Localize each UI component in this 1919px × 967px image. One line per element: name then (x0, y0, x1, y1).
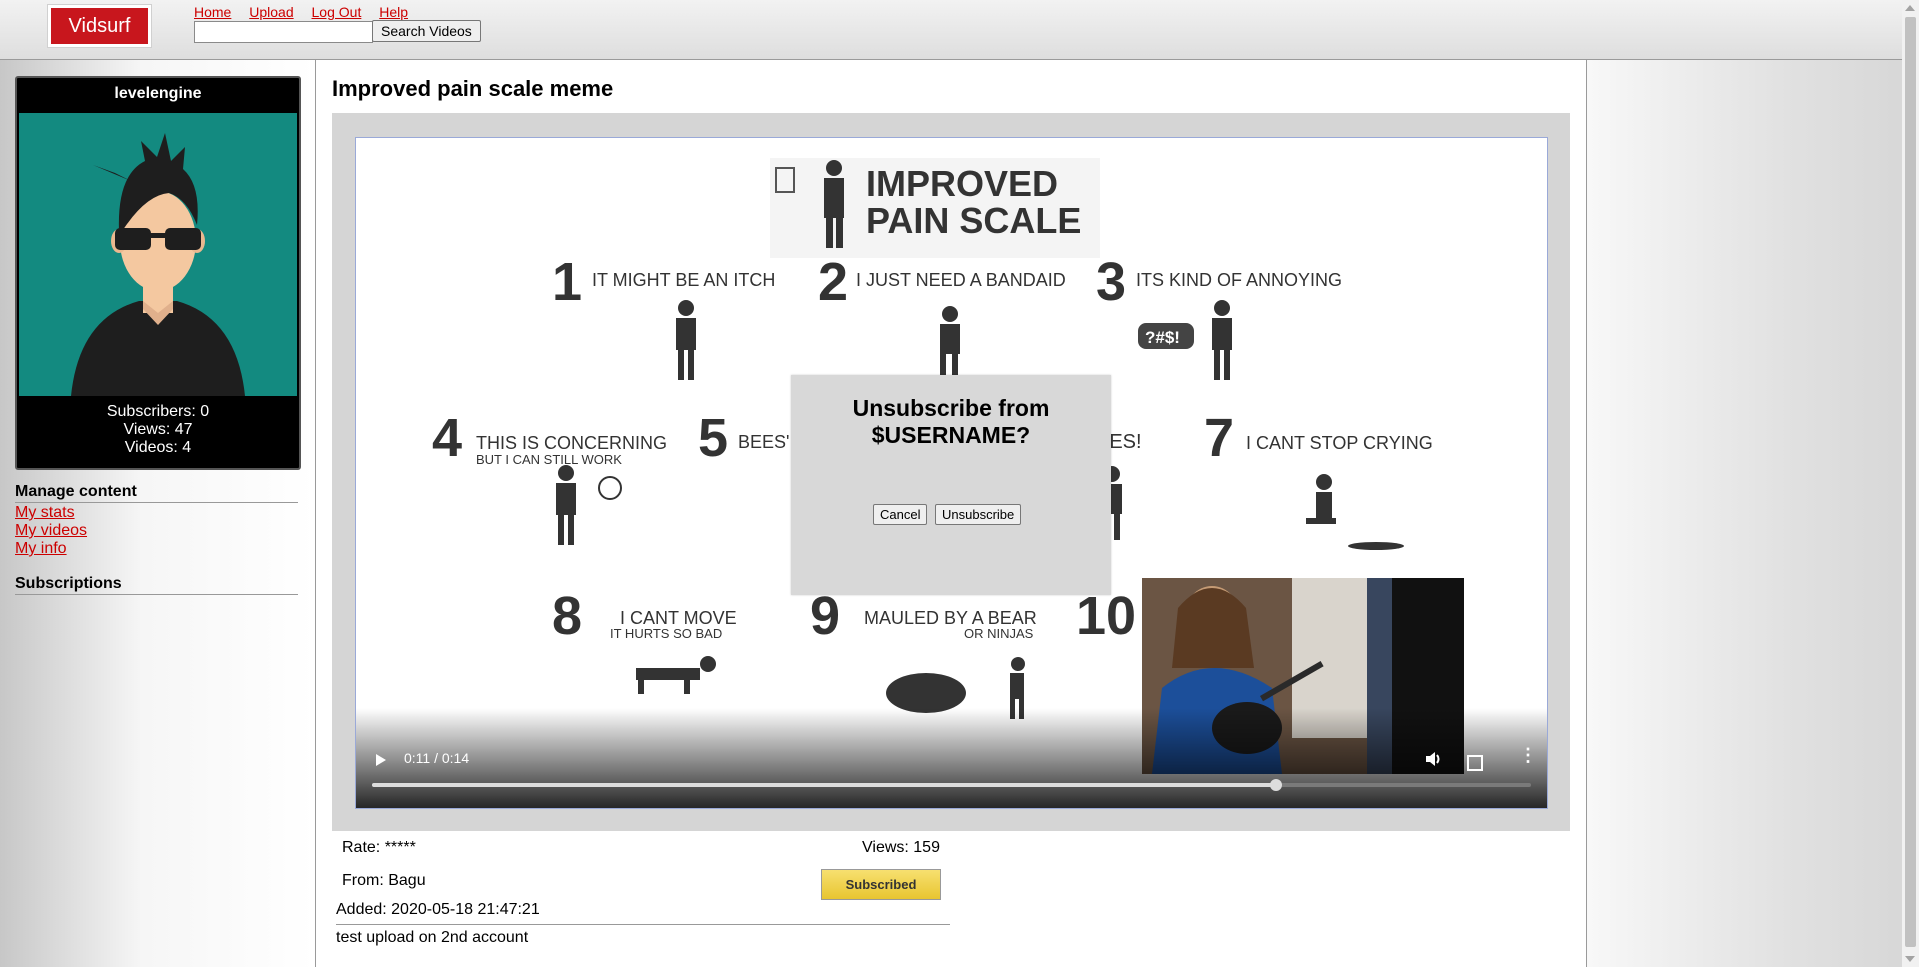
meme-text-2: I JUST NEED A BANDAID (856, 270, 1066, 290)
meme-num-8: 8 (552, 586, 582, 646)
videos-count: Videos: 4 (124, 439, 192, 456)
scroll-up-icon[interactable] (1905, 5, 1915, 11)
manage-links: My stats My videos My info (15, 504, 87, 558)
meme-num-1: 1 (552, 252, 582, 312)
meme-text-9: MAULED BY A BEAR (864, 608, 1037, 628)
manage-content-heading: Manage content (15, 483, 298, 503)
volume-icon[interactable] (1424, 750, 1444, 773)
meme-num-5: 5 (698, 408, 728, 468)
subscribed-button[interactable]: Subscribed (821, 869, 941, 900)
video-progress-handle[interactable] (1270, 779, 1283, 791)
meme-heading-1: IMPROVED (866, 163, 1058, 204)
header: Vidsurf Home Upload Log Out Help Search … (0, 0, 1919, 60)
meme-sub-8: IT HURTS SO BAD (610, 626, 722, 641)
meme-num-3: 3 (1096, 252, 1126, 312)
top-nav: Home Upload Log Out Help (194, 4, 422, 20)
rating: Rate: ***** (342, 839, 416, 856)
dialog-line-1: Unsubscribe from (852, 395, 1050, 421)
meme-sub-9: OR NINJAS (964, 626, 1034, 641)
subscriptions-heading: Subscriptions (15, 575, 298, 595)
profile-username: levelengine (114, 85, 202, 102)
video-views: Views: 159 (862, 839, 940, 856)
meme-text-3: ITS KIND OF ANNOYING (1136, 270, 1342, 290)
right-background (1586, 60, 1919, 967)
meme-heading-2: PAIN SCALE (866, 200, 1081, 241)
unsubscribe-dialog: Unsubscribe from $USERNAME? Cancel Unsub… (791, 375, 1111, 595)
meme-text-4: THIS IS CONCERNING (476, 433, 667, 453)
unsubscribe-button[interactable]: Unsubscribe (935, 504, 1022, 525)
upload-date: Added: 2020-05-18 21:47:21 (336, 901, 950, 925)
fullscreen-icon[interactable] (1467, 755, 1483, 771)
meme-num-7: 7 (1204, 408, 1234, 468)
meme-text-1: IT MIGHT BE AN ITCH (592, 270, 775, 290)
views-count: Views: 47 (123, 421, 193, 438)
avatar-illustration (71, 133, 245, 396)
uploader: From: Bagu (342, 872, 426, 889)
video-progress-fill (372, 783, 1277, 787)
nav-upload-link[interactable]: Upload (249, 4, 293, 20)
nav-help-link[interactable]: Help (379, 4, 408, 20)
meme-text-8: I CANT MOVE (620, 608, 737, 628)
avatar (19, 113, 297, 396)
page-scrollbar[interactable] (1902, 0, 1919, 967)
video-title: Improved pain scale meme (332, 76, 614, 101)
meme-text-5: BEES' (738, 432, 789, 452)
meme-symbols: ?#$! (1145, 328, 1180, 347)
my-info-link[interactable]: My info (15, 540, 87, 558)
video-description: test upload on 2nd account (336, 929, 529, 946)
logo[interactable]: Vidsurf (48, 5, 151, 47)
my-videos-link[interactable]: My videos (15, 522, 87, 540)
unsubscribe-dialog-message: Unsubscribe from $USERNAME? (791, 395, 1111, 449)
meme-sub-4: BUT I CAN STILL WORK (476, 452, 622, 467)
search-input[interactable] (194, 21, 373, 43)
meme-num-10: 10 (1076, 586, 1136, 646)
video-controls-bar (356, 708, 1547, 808)
nav-logout-link[interactable]: Log Out (312, 4, 362, 20)
subscribers-count: Subscribers: 0 (106, 403, 210, 420)
play-icon[interactable] (376, 754, 386, 766)
meme-num-9: 9 (810, 586, 840, 646)
profile-stats: Subscribers: 0 Views: 47 Videos: 4 (17, 403, 299, 457)
cancel-button[interactable]: Cancel (873, 504, 928, 525)
meme-num-4: 4 (432, 408, 462, 468)
scroll-down-icon[interactable] (1905, 956, 1915, 962)
profile-card: levelengine Subscribers: 0 Views: 47 Vid… (15, 76, 301, 470)
more-options-icon[interactable]: ⋮ (1519, 746, 1537, 764)
meme-num-2: 2 (818, 252, 848, 312)
nav-home-link[interactable]: Home (194, 4, 231, 20)
scrollbar-thumb[interactable] (1905, 17, 1916, 947)
video-time: 0:11 / 0:14 (404, 750, 470, 766)
my-stats-link[interactable]: My stats (15, 504, 87, 522)
video-progress-bar[interactable] (372, 779, 1531, 791)
dialog-line-2: $USERNAME? (871, 422, 1031, 448)
search-button[interactable]: Search Videos (372, 20, 481, 42)
meme-text-7: I CANT STOP CRYING (1246, 433, 1433, 453)
